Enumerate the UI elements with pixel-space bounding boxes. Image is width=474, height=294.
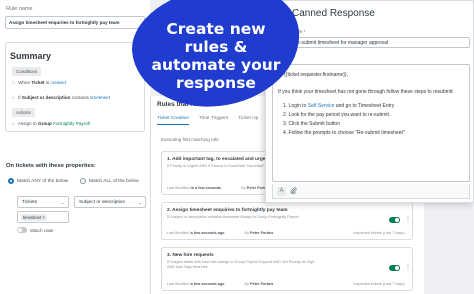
radio-selected-icon[interactable] bbox=[8, 178, 14, 184]
rule-description: If Subject starts with New hire Assign t… bbox=[167, 260, 315, 264]
self-service-link[interactable]: Self Service bbox=[308, 103, 335, 109]
condition-select-value: Subject or description bbox=[79, 200, 126, 205]
rule-card[interactable]: 3. New hire requests If Subject starts w… bbox=[161, 247, 413, 291]
ticket-properties-title: On tickets with these properties: bbox=[6, 163, 96, 169]
message-editor[interactable]: Hi {{ticket.requester.firstname}}, If yo… bbox=[272, 64, 470, 182]
inspected-value: (Last 7 days) bbox=[382, 282, 405, 286]
by-label: By bbox=[241, 186, 246, 190]
message-intro: If you think your timesheet has not gone… bbox=[278, 89, 454, 95]
cond1-operator: is bbox=[45, 80, 50, 85]
rule-enabled-toggle[interactable] bbox=[389, 217, 400, 223]
close-icon[interactable]: × bbox=[42, 215, 44, 220]
paperclip-icon bbox=[290, 187, 297, 195]
cond2-value: timesheet bbox=[90, 95, 111, 100]
rule-description: If Subject or description contains times… bbox=[167, 215, 299, 219]
tag-chip[interactable]: timesheet × bbox=[21, 214, 47, 221]
condition-select[interactable]: Subject or description ⌄ bbox=[74, 196, 146, 208]
rule-editor-panel: Rule name Assign timesheet enquiries to … bbox=[0, 0, 150, 294]
modified-value: a few seconds ago bbox=[190, 282, 225, 286]
action1-value: Fortnightly Payroll bbox=[53, 121, 90, 126]
rule-name-input[interactable]: Assign timesheet enquiries to fortnightl… bbox=[5, 16, 145, 29]
by-value: Peter Forbes bbox=[250, 231, 274, 235]
attachment-icon[interactable] bbox=[289, 187, 298, 196]
field-select[interactable]: Tickets ⌄ bbox=[17, 196, 69, 208]
radio-match-any[interactable]: Match ANY of the below bbox=[8, 178, 68, 184]
match-case-toggle[interactable]: Match case bbox=[17, 227, 54, 233]
promo-line-1: Create new bbox=[166, 20, 266, 38]
step1-suffix: and go to Timesheet Entry bbox=[334, 103, 395, 109]
conditions-chip: Conditions bbox=[12, 67, 42, 76]
promo-headline: Create new rules & automate your respons… bbox=[135, 20, 297, 92]
summary-action-1: ○ Assign to Group Fortnightly Payroll bbox=[12, 121, 90, 126]
actions-chip: Actions bbox=[12, 108, 35, 117]
rule-title[interactable]: 2. Assign timesheet enquiries to fortnig… bbox=[167, 208, 288, 213]
by-label: By bbox=[244, 231, 249, 235]
bullet-icon: ○ bbox=[12, 121, 15, 126]
editor-toolbar: A bbox=[272, 184, 470, 199]
summary-condition-1: ○ When Ticket is created bbox=[12, 80, 66, 85]
by-label: By bbox=[244, 282, 249, 286]
rule-enabled-toggle[interactable] bbox=[389, 265, 400, 271]
promo-line-4: response bbox=[176, 74, 256, 92]
by-value: Peter Forbes bbox=[250, 282, 274, 286]
tab-time-triggers[interactable]: Time Triggers bbox=[199, 116, 228, 125]
summary-condition-2: ○ If Subject or description contains tim… bbox=[12, 95, 110, 100]
radio-match-any-label: Match ANY of the below bbox=[17, 178, 69, 184]
message-step-3: 3. Click the Submit button bbox=[283, 121, 340, 127]
bullet-icon: ○ bbox=[12, 95, 15, 100]
cond2-operator: contains bbox=[71, 95, 89, 100]
modified-label: Last Modified bbox=[167, 186, 190, 190]
message-step-1: 1. Login to Self Service and go to Times… bbox=[283, 103, 394, 109]
rule-meta: Last Modified a few seconds ago By Peter… bbox=[167, 282, 405, 286]
radio-match-all[interactable]: Match ALL of the below bbox=[80, 178, 139, 184]
tag-label: timesheet bbox=[23, 215, 42, 220]
cond1-value: created bbox=[50, 80, 66, 85]
rule-card[interactable]: 2. Assign timesheet enquiries to fortnig… bbox=[161, 202, 413, 240]
rules-tabs: Ticket Creation Time Triggers Ticket Up bbox=[157, 116, 258, 125]
match-case-label: Match case bbox=[30, 227, 54, 233]
modified-value: in a few seconds bbox=[190, 186, 222, 190]
tab-ticket-creation[interactable]: Ticket Creation bbox=[157, 116, 190, 125]
message-step-2: 2. Look for the pay period you want to r… bbox=[283, 112, 391, 118]
cond1-prefix: When bbox=[18, 80, 31, 85]
text-format-icon[interactable]: A bbox=[277, 187, 286, 196]
inspected-value: (Last 7 days) bbox=[382, 231, 405, 235]
toggle-off-icon[interactable] bbox=[17, 227, 27, 233]
cond2-subject: Subject or description bbox=[21, 95, 71, 100]
inspected-label: Inspected tickets bbox=[353, 231, 382, 235]
radio-unselected-icon[interactable] bbox=[80, 178, 86, 184]
rule-name-label: Rule name bbox=[6, 6, 33, 12]
message-step-4: 4. Follow the prompts to choose "Re-subm… bbox=[283, 130, 405, 136]
promo-line-3: automate your bbox=[151, 56, 281, 74]
bullet-icon: ○ bbox=[12, 80, 15, 85]
cond1-subject: Ticket bbox=[31, 80, 45, 85]
action1-prefix: Assign to bbox=[17, 121, 37, 126]
chevron-down-icon: ⌄ bbox=[138, 200, 142, 205]
step1-prefix: 1. Login to bbox=[283, 103, 308, 109]
tab-ticket-updates[interactable]: Ticket Up bbox=[238, 116, 258, 125]
execution-mode-label: Executing first matching rule bbox=[161, 137, 219, 142]
promo-line-2: rules & bbox=[184, 38, 248, 56]
modified-label: Last Modified bbox=[167, 282, 190, 286]
field-select-value: Tickets bbox=[22, 200, 38, 205]
response-title-input[interactable]: How do re-submit timesheet for manager a… bbox=[272, 37, 470, 48]
modified-label: Last Modified bbox=[167, 231, 190, 235]
inspected-label: Inspected tickets bbox=[353, 282, 382, 286]
modified-value: a few seconds ago bbox=[190, 231, 225, 235]
summary-title: Summary bbox=[10, 51, 52, 61]
more-options-icon[interactable]: ⋮ bbox=[405, 217, 411, 223]
tag-input[interactable]: timesheet × bbox=[17, 211, 69, 223]
more-options-icon[interactable]: ⋮ bbox=[405, 265, 411, 271]
cond2-prefix: If bbox=[18, 95, 21, 100]
rule-meta: Last Modified a few seconds ago By Peter… bbox=[167, 231, 405, 235]
action1-subject: Group bbox=[38, 121, 52, 126]
rule-title[interactable]: 3. New hire requests bbox=[167, 253, 214, 258]
rule-description-cont: AND Add Tags New hire bbox=[167, 265, 208, 269]
chevron-down-icon: ⌄ bbox=[61, 200, 65, 205]
radio-match-all-label: Match ALL of the below bbox=[89, 178, 139, 184]
